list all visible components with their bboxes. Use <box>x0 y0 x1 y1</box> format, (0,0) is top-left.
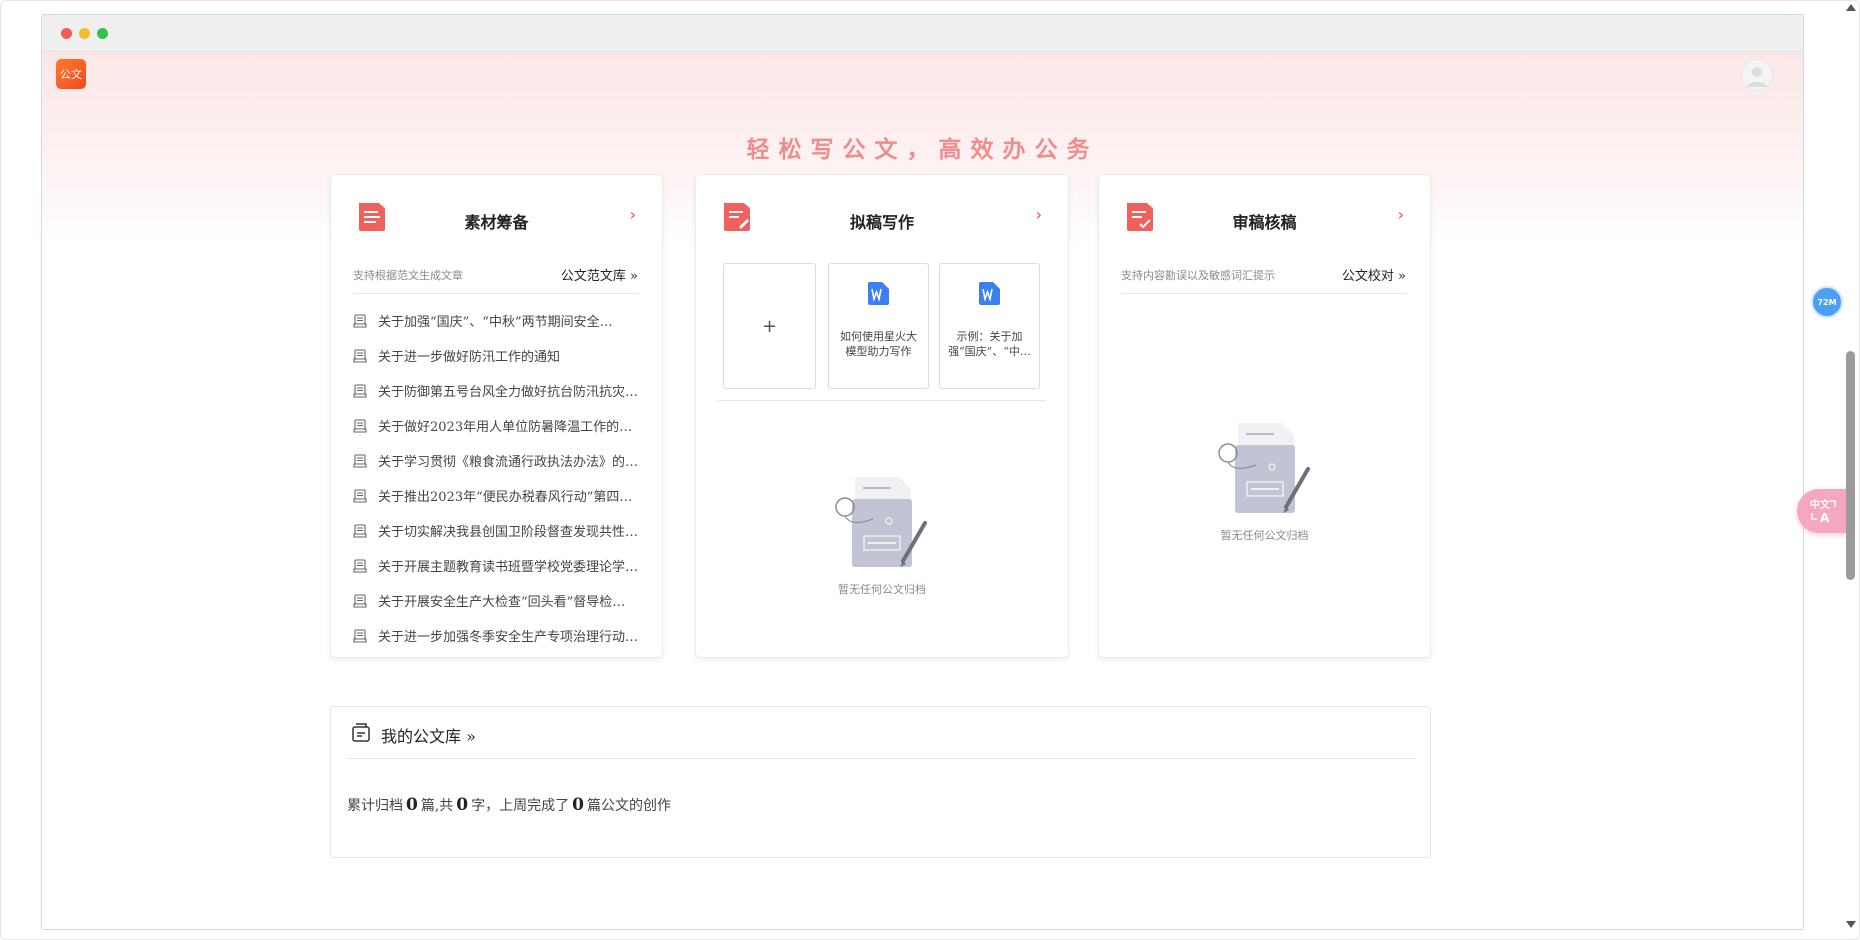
list-item-title: 关于加强“国庆”、“中秋”两节期间安全… <box>378 315 613 330</box>
stats-mid2: 字，上周完成了 <box>471 798 570 814</box>
window-close-button[interactable] <box>61 28 72 39</box>
drafting-card: 拟稿写作 › + 如何使用星火大模型助力写作 示例：关于加强“国庆”、“中… 暂… <box>695 174 1069 658</box>
materials-sub-row: 支持根据范文生成文章 公文范文库 » <box>353 261 638 294</box>
draft-tile-example[interactable]: 示例：关于加强“国庆”、“中… <box>939 263 1040 389</box>
proofread-link[interactable]: 公文校对 » <box>1342 265 1406 284</box>
translate-button[interactable]: 中文 A <box>1797 489 1849 533</box>
list-item-title: 关于防御第五号台风全力做好抗台防汛抗灾… <box>378 385 638 400</box>
user-avatar[interactable] <box>1741 59 1773 91</box>
window-maximize-button[interactable] <box>97 28 108 39</box>
review-hint: 支持内容勘误以及敏感词汇提示 <box>1121 269 1275 282</box>
review-empty-text: 暂无任何公文归档 <box>1220 529 1309 542</box>
drafting-title: 拟稿写作 <box>849 213 914 232</box>
list-item[interactable]: 关于加强“国庆”、“中秋”两节期间安全… <box>353 303 638 338</box>
new-draft-button[interactable]: + <box>723 263 816 389</box>
library-divider <box>347 758 1416 759</box>
list-item-title: 关于进一步加强冬季安全生产专项治理行动… <box>378 630 638 645</box>
list-item-title: 关于推出2023年“便民办税春风行动”第四… <box>378 490 633 505</box>
materials-card: 素材筹备 › 支持根据范文生成文章 公文范文库 » 关于加强“国庆”、“中秋”两… <box>330 174 663 658</box>
app-logo[interactable]: 公文 <box>56 59 86 89</box>
drafting-empty-state: 暂无任何公文归档 <box>696 471 1068 597</box>
materials-list: 关于加强“国庆”、“中秋”两节期间安全… 关于进一步做好防汛工作的通知关于防御第五… <box>353 303 638 653</box>
list-item[interactable]: 关于进一步做好防汛工作的通知 <box>353 338 638 373</box>
word-file-icon <box>868 282 889 305</box>
materials-title: 素材筹备 <box>464 213 529 232</box>
window-minimize-button[interactable] <box>79 28 90 39</box>
word-file-icon <box>979 282 1000 305</box>
archive-box-icon <box>352 723 370 742</box>
draft-tile-guide[interactable]: 如何使用星火大模型助力写作 <box>828 263 929 389</box>
scroll-down-arrow-icon[interactable] <box>1846 921 1856 928</box>
stats-suffix: 篇公文的创作 <box>586 798 671 814</box>
review-arrow-icon[interactable]: › <box>1398 205 1404 224</box>
draft-tile-example-label: 示例：关于加强“国庆”、“中… <box>948 330 1031 358</box>
stats-mid1: 篇,共 <box>420 798 454 814</box>
list-item-title: 关于开展主题教育读书班暨学校党委理论学… <box>378 560 638 575</box>
empty-archive-icon <box>835 477 927 567</box>
review-empty-state: 暂无任何公文归档 <box>1099 417 1430 543</box>
scroll-up-arrow-icon[interactable] <box>1846 4 1856 11</box>
document-outline-icon <box>353 383 367 398</box>
user-icon <box>1747 67 1767 87</box>
document-outline-icon <box>353 348 367 363</box>
translate-label-top: 中文 <box>1810 498 1831 511</box>
document-outline-icon <box>353 453 367 468</box>
list-item[interactable]: 关于进一步加强冬季安全生产专项治理行动… <box>353 618 638 653</box>
draft-tile-guide-label: 如何使用星火大模型助力写作 <box>840 330 917 358</box>
list-item-title: 关于切实解决我县创国卫阶段督查发现共性… <box>378 525 638 540</box>
review-card: 审稿核稿 › 支持内容勘误以及敏感词汇提示 公文校对 » 暂无任何公文归档 <box>1098 174 1431 658</box>
drafting-divider <box>718 400 1046 401</box>
list-item-title: 关于开展安全生产大检查“回头看”督导检… <box>378 595 626 610</box>
archived-count: 0 <box>406 795 418 815</box>
my-library-link[interactable]: 我的公文库 » <box>381 723 476 747</box>
review-sub-row: 支持内容勘误以及敏感词汇提示 公文校对 » <box>1121 261 1406 294</box>
translate-icon: 中文 A <box>1810 498 1836 525</box>
window-titlebar <box>42 15 1803 52</box>
review-title: 审稿核稿 <box>1232 213 1297 232</box>
document-outline-icon <box>353 558 367 573</box>
scrollbar-thumb[interactable] <box>1846 351 1855 580</box>
document-outline-icon <box>353 313 367 328</box>
empty-archive-icon <box>1217 423 1310 513</box>
document-outline-icon <box>353 593 367 608</box>
materials-hint: 支持根据范文生成文章 <box>353 269 463 282</box>
document-outline-icon <box>353 418 367 433</box>
word-count: 0 <box>456 795 469 815</box>
weekly-count: 0 <box>572 795 584 815</box>
library-stats: 累计归档 0 篇,共 0 字，上周完成了 0 篇公文的创作 <box>347 795 671 815</box>
memory-usage-badge[interactable]: 72M <box>1811 286 1843 318</box>
list-item[interactable]: 关于开展安全生产大检查“回头看”督导检… <box>353 583 638 618</box>
my-library-panel: 我的公文库 » 累计归档 0 篇,共 0 字，上周完成了 0 篇公文的创作 <box>330 706 1431 858</box>
list-item-title: 关于学习贯彻《粮食流通行政执法办法》的… <box>378 455 638 470</box>
list-item-title: 关于进一步做好防汛工作的通知 <box>378 350 561 365</box>
list-item[interactable]: 关于开展主题教育读书班暨学校党委理论学… <box>353 548 638 583</box>
stats-prefix: 累计归档 <box>347 798 403 814</box>
drafting-empty-text: 暂无任何公文归档 <box>838 583 926 596</box>
document-outline-icon <box>353 628 367 643</box>
materials-arrow-icon[interactable]: › <box>630 205 636 224</box>
list-item-title: 关于做好2023年用人单位防暑降温工作的通知 <box>378 420 638 435</box>
document-outline-icon <box>353 523 367 538</box>
list-item[interactable]: 关于做好2023年用人单位防暑降温工作的通知 <box>353 408 638 443</box>
document-outline-icon <box>353 488 367 503</box>
drafting-arrow-icon[interactable]: › <box>1036 205 1042 224</box>
hero-title: 轻松写公文，高效办公务 <box>746 136 1099 163</box>
list-item[interactable]: 关于推出2023年“便民办税春风行动”第四… <box>353 478 638 513</box>
template-library-link[interactable]: 公文范文库 » <box>561 265 638 284</box>
list-item[interactable]: 关于防御第五号台风全力做好抗台防汛抗灾… <box>353 373 638 408</box>
list-item[interactable]: 关于切实解决我县创国卫阶段督查发现共性… <box>353 513 638 548</box>
translate-label-bottom: A <box>1820 511 1830 525</box>
list-item[interactable]: 关于学习贯彻《粮食流通行政执法办法》的… <box>353 443 638 478</box>
